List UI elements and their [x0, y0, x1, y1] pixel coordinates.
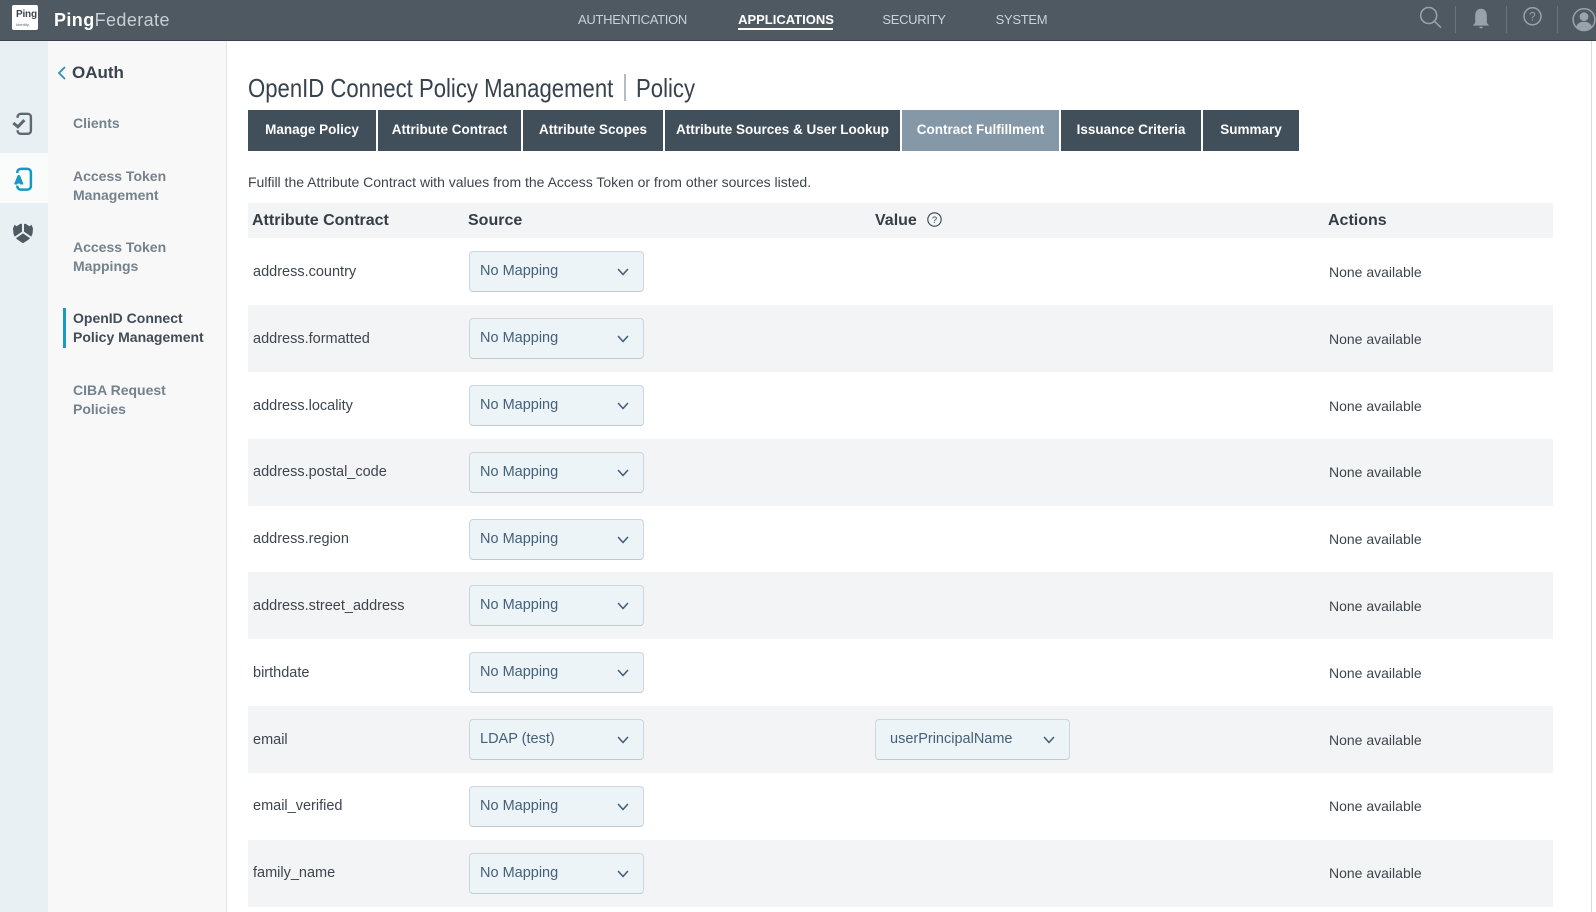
- svg-text:?: ?: [1529, 11, 1535, 23]
- svg-text:?: ?: [932, 215, 937, 226]
